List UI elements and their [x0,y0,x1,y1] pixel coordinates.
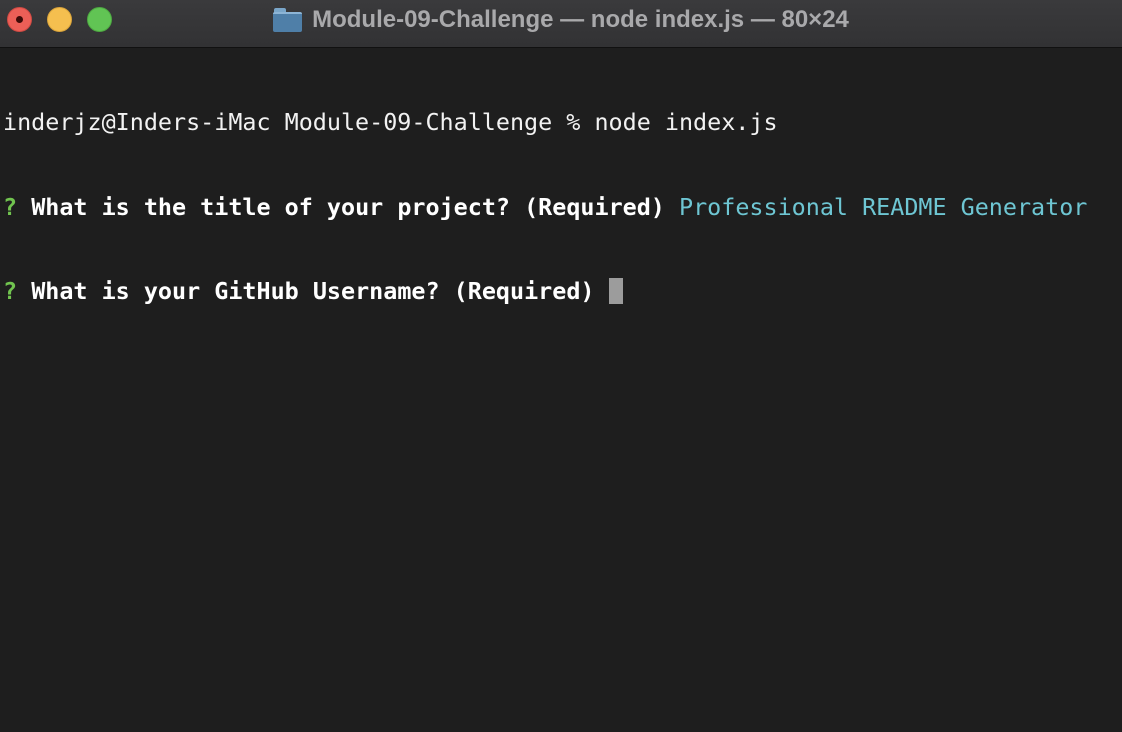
text-cursor [608,278,623,304]
question-marker: ? [3,192,18,221]
window-title-area: Module-09-Challenge — node index.js — 80… [0,0,1122,40]
prompt-line-title: ? What is the title of your project? (Re… [3,193,1119,222]
terminal-output[interactable]: inderjz@Inders-iMac Module-09-Challenge … [3,52,1119,362]
terminal-window: Module-09-Challenge — node index.js — 80… [0,0,1122,732]
title-bar[interactable]: Module-09-Challenge — node index.js — 80… [0,0,1122,48]
command-line: inderjz@Inders-iMac Module-09-Challenge … [3,108,1119,137]
answer-text: Professional README Generator [679,192,1088,221]
window-title: Module-09-Challenge — node index.js — 80… [312,6,849,33]
question-marker: ? [3,277,18,305]
prompt-line-username: ? What is your GitHub Username? (Require… [3,277,1119,306]
question-text: What is your GitHub Username? (Required) [31,277,595,305]
question-text: What is the title of your project? (Requ… [31,192,665,221]
shell-prompt-command: inderjz@Inders-iMac Module-09-Challenge … [3,108,778,136]
folder-icon [273,8,303,32]
